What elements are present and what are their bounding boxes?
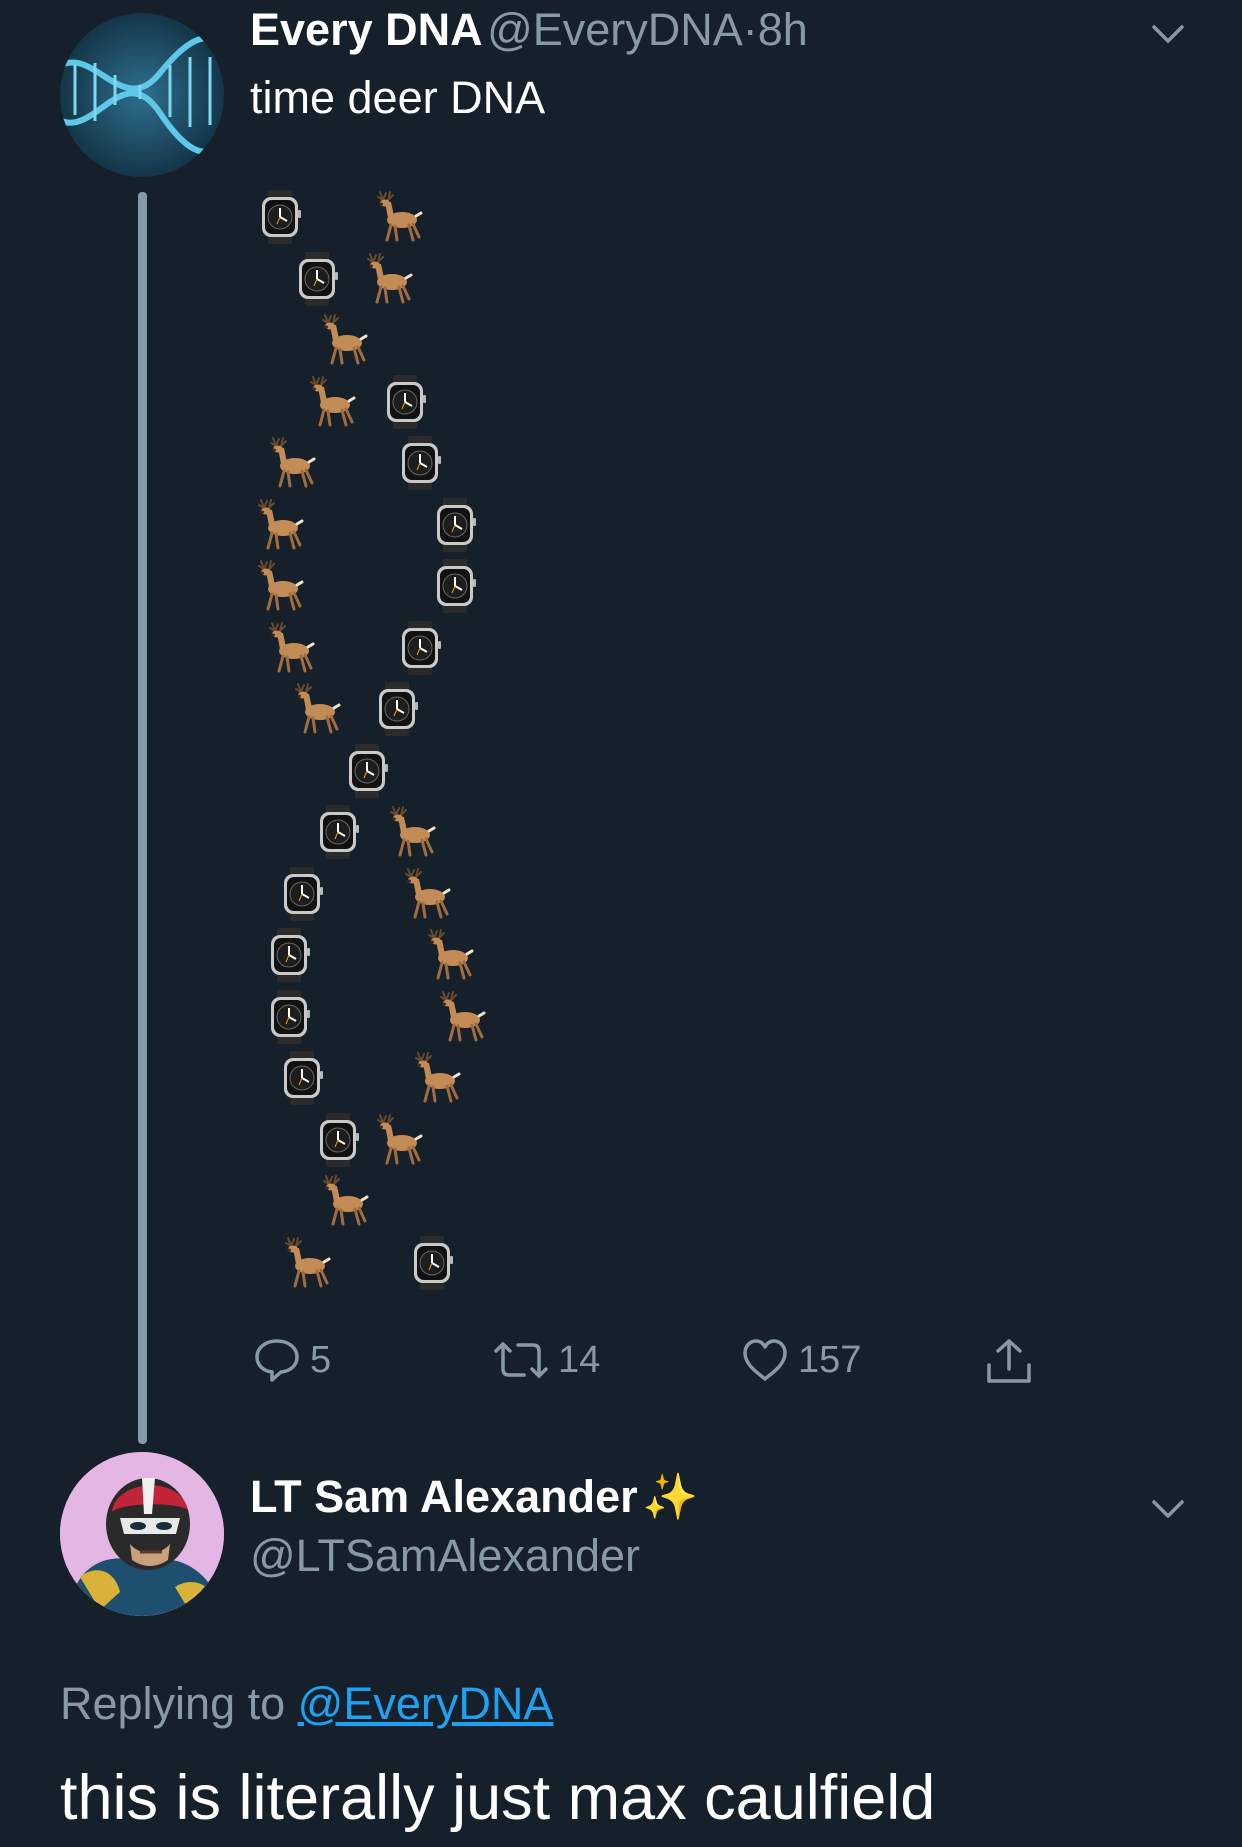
watch-emoji-icon xyxy=(311,1113,365,1167)
deer-emoji-icon xyxy=(423,928,477,982)
sparkles-emoji: ✨ xyxy=(642,1471,699,1522)
watch-emoji-icon xyxy=(393,621,447,675)
deer-emoji-icon xyxy=(318,1174,372,1228)
retweet-count: 14 xyxy=(558,1338,601,1381)
deer-emoji-icon xyxy=(264,621,318,675)
deer-emoji-icon xyxy=(400,867,454,921)
deer-emoji-icon xyxy=(372,190,426,244)
deer-emoji-icon xyxy=(362,252,416,306)
like-count: 157 xyxy=(798,1338,862,1381)
watch-emoji-icon xyxy=(262,990,316,1044)
reply-count: 5 xyxy=(310,1338,332,1381)
tweet-time: 8h xyxy=(757,4,808,55)
share-icon xyxy=(987,1339,1031,1383)
heart-icon xyxy=(743,1339,787,1381)
watch-emoji-icon xyxy=(262,928,316,982)
deer-emoji-icon xyxy=(265,436,319,490)
tweet-menu-button[interactable] xyxy=(1142,7,1194,59)
deer-emoji-icon xyxy=(253,559,307,613)
deer-emoji-icon xyxy=(253,498,307,552)
deer-emoji-icon xyxy=(305,375,359,429)
superhero-avatar-icon xyxy=(60,1452,224,1616)
watch-emoji-icon xyxy=(428,498,482,552)
deer-emoji-icon xyxy=(280,1236,334,1290)
tweet-text: time deer DNA xyxy=(250,72,546,123)
replying-to-label: Replying to xyxy=(60,1678,286,1729)
dna-helix-icon xyxy=(60,13,224,177)
reply-bubble-icon xyxy=(255,1339,299,1382)
watch-emoji-icon xyxy=(340,744,394,798)
watch-emoji-icon xyxy=(290,252,344,306)
deer-emoji-icon xyxy=(435,990,489,1044)
reply-author-handle[interactable]: @LTSamAlexander xyxy=(250,1530,640,1582)
watch-emoji-icon xyxy=(428,559,482,613)
tweet-header: Every DNA @EveryDNA·8h xyxy=(250,4,808,56)
chevron-down-icon xyxy=(1152,1500,1184,1518)
every-dna-avatar[interactable] xyxy=(60,13,224,177)
thread-connector-line xyxy=(138,192,147,1444)
reply-author-name[interactable]: LT Sam Alexander xyxy=(250,1471,638,1522)
retweet-action[interactable]: 14 xyxy=(492,1335,600,1385)
replying-to-line: Replying to @EveryDNA xyxy=(60,1678,553,1730)
watch-emoji-icon xyxy=(275,867,329,921)
reply-action[interactable]: 5 xyxy=(252,1335,331,1385)
reply-menu-button[interactable] xyxy=(1142,1482,1194,1534)
watch-emoji-icon xyxy=(370,682,424,736)
deer-emoji-icon xyxy=(410,1051,464,1105)
chevron-down-icon xyxy=(1152,25,1184,43)
share-action[interactable] xyxy=(982,1335,1036,1389)
watch-emoji-icon xyxy=(378,375,432,429)
watch-emoji-icon xyxy=(275,1051,329,1105)
reply-text: this is literally just max caulfield xyxy=(60,1763,936,1833)
watch-emoji-icon xyxy=(311,805,365,859)
author-name[interactable]: Every DNA xyxy=(250,4,483,55)
retweet-icon xyxy=(494,1342,548,1378)
replying-to-handle-link[interactable]: @EveryDNA xyxy=(298,1678,554,1729)
sam-alexander-avatar[interactable] xyxy=(60,1452,224,1616)
deer-emoji-icon xyxy=(385,805,439,859)
deer-emoji-icon xyxy=(290,682,344,736)
like-action[interactable]: 157 xyxy=(740,1335,861,1385)
watch-emoji-icon xyxy=(393,436,447,490)
reply-header: LT Sam Alexander ✨ xyxy=(250,1470,698,1523)
header-separator: · xyxy=(742,4,758,55)
watch-emoji-icon xyxy=(405,1236,459,1290)
author-handle[interactable]: @EveryDNA xyxy=(487,4,743,55)
watch-emoji-icon xyxy=(253,190,307,244)
deer-emoji-icon xyxy=(317,313,371,367)
deer-emoji-icon xyxy=(372,1113,426,1167)
